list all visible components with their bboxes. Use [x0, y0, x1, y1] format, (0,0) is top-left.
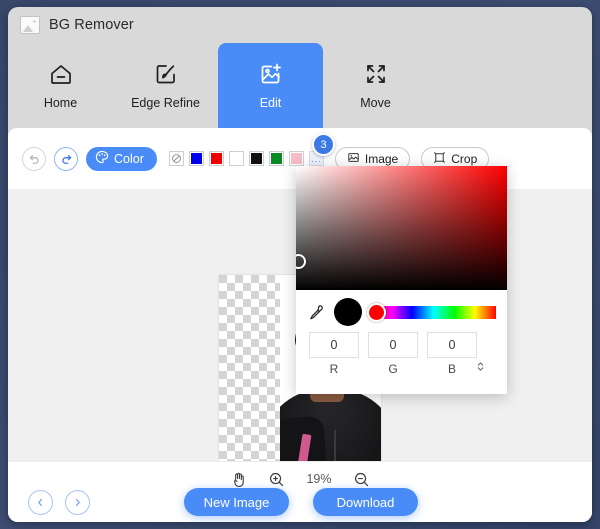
brush-square-icon — [153, 61, 179, 87]
redo-button[interactable] — [54, 146, 78, 171]
swatch-red[interactable] — [208, 151, 224, 166]
red-input[interactable] — [309, 332, 359, 358]
tab-edit-label: Edit — [259, 96, 282, 110]
move-arrows-icon — [363, 61, 389, 87]
color-swatch-list: ... — [168, 151, 324, 166]
swatch-pink[interactable] — [288, 151, 304, 166]
hue-slider-handle[interactable] — [367, 302, 386, 322]
blue-label: B — [447, 362, 456, 376]
tab-move[interactable]: Move — [323, 43, 428, 128]
image-button-label: Image — [364, 151, 399, 166]
color-mode-button[interactable]: Color — [86, 146, 157, 171]
swatch-green[interactable] — [268, 151, 284, 166]
zoom-in-icon[interactable] — [268, 471, 285, 488]
color-picker-popover: R G B — [296, 166, 507, 394]
palette-icon — [95, 150, 109, 167]
home-icon — [48, 61, 74, 87]
saturation-cursor[interactable] — [296, 254, 306, 269]
red-label: R — [329, 362, 339, 376]
swatch-white[interactable] — [228, 151, 244, 166]
new-image-label: New Image — [203, 494, 270, 510]
swatch-none[interactable] — [168, 151, 184, 166]
prev-image-button[interactable] — [28, 490, 53, 515]
tab-bar: Home Edge Refine Edit Move — [8, 43, 592, 128]
hand-pan-icon[interactable] — [230, 471, 247, 488]
tab-home[interactable]: Home — [8, 43, 113, 128]
color-mode-label: Color — [114, 151, 144, 166]
tab-home-label: Home — [43, 96, 78, 110]
swatch-blue[interactable] — [188, 151, 204, 166]
picker-controls-row — [296, 290, 507, 334]
tab-edit[interactable]: Edit — [218, 43, 323, 128]
footer-actions: New Image Download — [184, 488, 418, 516]
green-input[interactable] — [368, 332, 418, 358]
image-placeholder-icon — [20, 16, 40, 34]
tab-edge-refine-label: Edge Refine — [131, 96, 200, 110]
zoom-level-label: 19% — [306, 472, 332, 486]
hue-slider[interactable] — [367, 302, 496, 322]
color-preview-swatch — [334, 298, 362, 326]
swatch-black[interactable] — [248, 151, 264, 166]
next-image-button[interactable] — [65, 490, 90, 515]
tab-move-label: Move — [360, 96, 391, 110]
eyedropper-icon[interactable] — [308, 304, 325, 321]
green-label: G — [388, 362, 398, 376]
app-title: BG Remover — [49, 17, 134, 33]
crop-frame-icon — [433, 151, 446, 167]
download-label: Download — [336, 494, 395, 510]
step-badge: 3 — [312, 133, 335, 156]
blue-input[interactable] — [427, 332, 477, 358]
saturation-value-area[interactable] — [296, 166, 507, 290]
new-image-button[interactable]: New Image — [184, 488, 289, 516]
stepper-up-down-icon[interactable] — [474, 359, 486, 374]
undo-button[interactable] — [22, 146, 46, 171]
image-edit-icon — [258, 61, 284, 87]
download-button[interactable]: Download — [313, 488, 418, 516]
tab-edge-refine[interactable]: Edge Refine — [113, 43, 218, 128]
rgb-inputs — [296, 332, 507, 358]
picture-icon — [347, 151, 360, 167]
zoom-out-icon[interactable] — [353, 471, 370, 488]
screenshot-root: BG Remover Home Edge Refine Edit Move Co… — [0, 0, 600, 529]
navigation-arrows — [28, 490, 90, 515]
crop-button-label: Crop — [451, 151, 478, 166]
footer-bar: New Image Download — [8, 488, 592, 522]
title-bar: BG Remover — [8, 7, 592, 43]
